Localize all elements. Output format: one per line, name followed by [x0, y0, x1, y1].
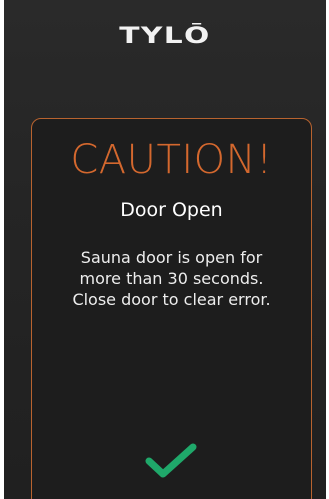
tylo-logo: TYLŌ: [119, 24, 211, 49]
dialog-subtitle: Door Open: [120, 199, 223, 221]
dialog-message: Sauna door is open for more than 30 seco…: [42, 247, 301, 310]
message-line: Sauna door is open for: [80, 248, 263, 267]
confirm-button[interactable]: [143, 441, 199, 481]
sauna-screen: TYLŌ CAUTION! Door Open Sauna door is op…: [4, 0, 326, 499]
message-line: Close door to clear error.: [72, 290, 271, 309]
checkmark-icon: [145, 443, 197, 478]
message-line: more than 30 seconds.: [79, 269, 264, 288]
caution-dialog: CAUTION! Door Open Sauna door is open fo…: [31, 118, 312, 499]
dialog-title: CAUTION!: [70, 137, 273, 183]
